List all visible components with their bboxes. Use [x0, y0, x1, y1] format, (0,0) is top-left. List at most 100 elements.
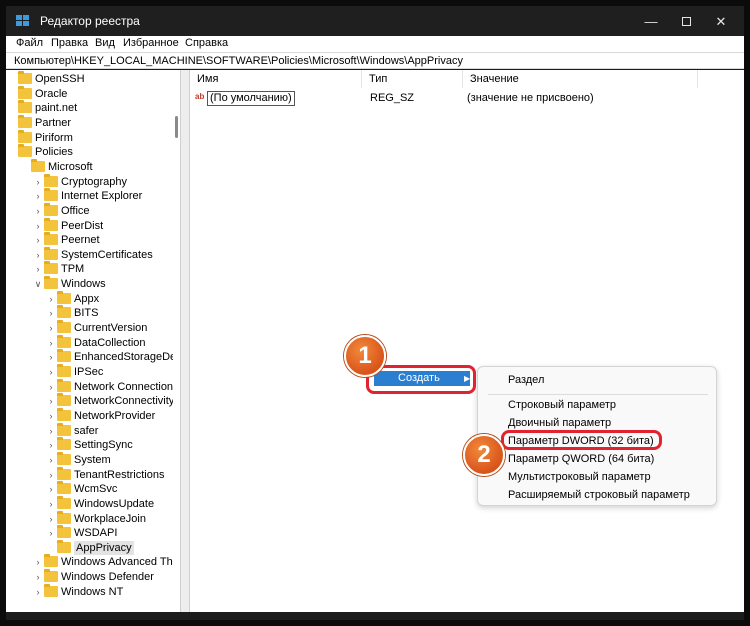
close-button[interactable]: ✕ — [706, 12, 736, 32]
tree-item[interactable]: AppPrivacy — [6, 540, 173, 555]
chevron-down-icon[interactable]: ∨ — [34, 277, 42, 291]
tree-item[interactable]: › Appx — [6, 291, 173, 306]
tree-item[interactable]: › WorkplaceJoin — [6, 511, 173, 526]
chevron-right-icon[interactable] — [8, 87, 16, 101]
menu-favorites[interactable]: Избранное — [123, 37, 179, 49]
chevron-right-icon[interactable]: › — [34, 233, 42, 247]
tree-item[interactable]: › Windows Advanced Threat P — [6, 554, 173, 569]
tree-item[interactable]: ∨ Windows — [6, 276, 173, 291]
submenu-item-qword[interactable]: Параметр QWORD (64 бита) — [508, 451, 654, 467]
chevron-right-icon[interactable]: › — [47, 394, 55, 408]
tree-item[interactable]: › System — [6, 452, 173, 467]
chevron-right-icon[interactable] — [8, 116, 16, 130]
chevron-right-icon[interactable]: › — [47, 497, 55, 511]
tree-item[interactable]: › SettingSync — [6, 437, 173, 452]
tree-item[interactable]: paint.net — [6, 100, 173, 115]
chevron-right-icon[interactable]: › — [34, 585, 42, 599]
submenu-item-expandable-string[interactable]: Расширяемый строковый параметр — [508, 487, 690, 503]
chevron-right-icon[interactable]: › — [34, 189, 42, 203]
tree-item[interactable]: › CurrentVersion — [6, 320, 173, 335]
chevron-right-icon[interactable]: › — [34, 219, 42, 233]
chevron-right-icon[interactable]: › — [34, 570, 42, 584]
column-header-type[interactable]: Тип — [362, 70, 463, 88]
chevron-right-icon[interactable]: › — [34, 248, 42, 262]
chevron-right-icon[interactable]: › — [47, 438, 55, 452]
chevron-right-icon[interactable]: › — [47, 321, 55, 335]
column-header-name[interactable]: Имя — [190, 70, 362, 88]
address-bar[interactable]: Компьютер\HKEY_LOCAL_MACHINE\SOFTWARE\Po… — [6, 52, 744, 69]
tree-item[interactable]: › IPSec — [6, 364, 173, 379]
chevron-right-icon[interactable]: › — [47, 365, 55, 379]
chevron-right-icon[interactable]: › — [47, 468, 55, 482]
chevron-right-icon[interactable]: › — [47, 453, 55, 467]
chevron-right-icon[interactable]: › — [47, 380, 55, 394]
column-header-value[interactable]: Значение — [463, 70, 698, 88]
chevron-right-icon[interactable]: › — [47, 409, 55, 423]
chevron-right-icon[interactable]: › — [47, 336, 55, 350]
chevron-right-icon[interactable]: › — [47, 482, 55, 496]
tree-item[interactable]: › Office — [6, 203, 173, 218]
title-bar: Редактор реестра — ✕ — [6, 6, 744, 36]
chevron-right-icon[interactable]: › — [47, 512, 55, 526]
menu-file[interactable]: Файл — [16, 37, 43, 49]
chevron-right-icon[interactable]: › — [34, 555, 42, 569]
chevron-right-icon[interactable] — [8, 145, 16, 159]
tree-item[interactable]: Policies — [6, 144, 173, 159]
tree-item[interactable]: › BITS — [6, 305, 173, 320]
tree-scrollbar[interactable] — [173, 70, 180, 612]
chevron-right-icon[interactable]: › — [47, 424, 55, 438]
minimize-button[interactable]: — — [636, 12, 666, 32]
tree-item[interactable]: › DataCollection — [6, 335, 173, 350]
chevron-right-icon[interactable]: › — [47, 350, 55, 364]
menu-help[interactable]: Справка — [185, 37, 228, 49]
submenu-item-multistring[interactable]: Мультистроковый параметр — [508, 469, 651, 485]
chevron-right-icon[interactable]: › — [47, 292, 55, 306]
tree-item[interactable]: Partner — [6, 115, 173, 130]
tree-item[interactable]: › SystemCertificates — [6, 247, 173, 262]
tree-item-label: Piriform — [35, 132, 73, 144]
submenu-item-binary[interactable]: Двоичный параметр — [508, 415, 611, 431]
value-name-cell[interactable]: (По умолчанию) — [207, 91, 295, 106]
tree-item[interactable]: › TPM — [6, 261, 173, 276]
pane-splitter[interactable] — [180, 70, 190, 612]
chevron-right-icon[interactable] — [8, 101, 16, 115]
tree-item[interactable]: › NetworkConnectivityStatu — [6, 393, 173, 408]
folder-icon — [18, 144, 32, 157]
tree-item[interactable]: › WcmSvc — [6, 481, 173, 496]
chevron-right-icon[interactable]: › — [47, 526, 55, 540]
chevron-right-icon[interactable]: › — [34, 204, 42, 218]
chevron-right-icon[interactable] — [47, 541, 55, 555]
tree-item[interactable]: OpenSSH — [6, 71, 173, 86]
tree-item[interactable]: › NetworkProvider — [6, 408, 173, 423]
tree-item[interactable]: › PeerDist — [6, 218, 173, 233]
tree-item[interactable]: › Windows NT — [6, 584, 173, 599]
tree-item[interactable]: Oracle — [6, 86, 173, 101]
tree-item[interactable]: Piriform — [6, 130, 173, 145]
menu-view[interactable]: Вид — [95, 37, 115, 49]
chevron-right-icon[interactable]: › — [34, 262, 42, 276]
chevron-right-icon[interactable]: › — [47, 306, 55, 320]
folder-icon — [57, 423, 71, 436]
tree-item[interactable]: › Windows Defender — [6, 569, 173, 584]
tree-item[interactable]: › WindowsUpdate — [6, 496, 173, 511]
menu-edit[interactable]: Правка — [51, 37, 88, 49]
submenu-item-string[interactable]: Строковый параметр — [508, 397, 616, 413]
tree-item[interactable]: › Network Connections — [6, 379, 173, 394]
tree-item[interactable]: › Cryptography — [6, 174, 173, 189]
chevron-right-icon[interactable] — [21, 160, 29, 174]
submenu-item-key[interactable]: Раздел — [508, 372, 544, 388]
tree-item[interactable]: Microsoft — [6, 159, 173, 174]
tree-item[interactable]: › TenantRestrictions — [6, 467, 173, 482]
tree-item[interactable]: › EnhancedStorageDevices — [6, 349, 173, 364]
tree-item[interactable]: › WSDAPI — [6, 525, 173, 540]
tree-item-label: Windows NT — [61, 586, 124, 598]
tree-item[interactable]: › safer — [6, 423, 173, 438]
tree-scrollbar-thumb[interactable] — [175, 116, 178, 138]
chevron-right-icon[interactable] — [8, 131, 16, 145]
tree-item[interactable]: › Peernet — [6, 232, 173, 247]
tree-item[interactable]: › Internet Explorer — [6, 188, 173, 203]
chevron-right-icon[interactable] — [8, 72, 16, 86]
chevron-right-icon[interactable]: › — [34, 175, 42, 189]
maximize-button[interactable] — [671, 12, 701, 32]
folder-icon — [57, 525, 71, 538]
